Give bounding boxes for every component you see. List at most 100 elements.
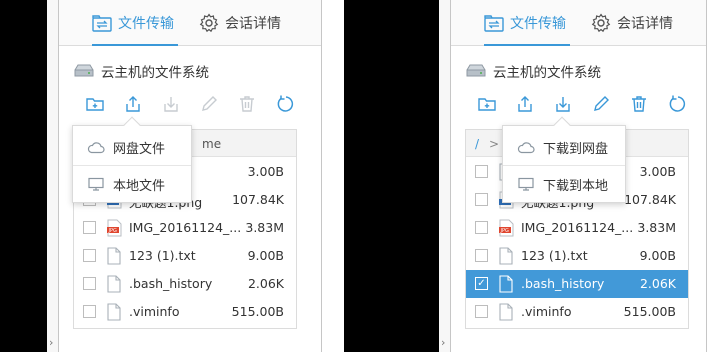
cloud-icon	[517, 142, 535, 154]
row-checkbox[interactable]	[475, 165, 488, 178]
file-size: 3.83M	[245, 220, 284, 235]
tab-session-details-label: 会话详情	[617, 16, 673, 32]
row-checkbox[interactable]	[83, 221, 96, 234]
file-size: 9.00B	[639, 248, 676, 263]
right-black-band	[344, 0, 439, 352]
download-to-local-item[interactable]: 下载到本地	[503, 167, 625, 201]
file-row[interactable]: .viminfo 515.00B	[74, 298, 296, 326]
refresh-icon	[669, 95, 686, 112]
popup-divider	[503, 165, 625, 166]
file-size: 107.84K	[624, 192, 676, 207]
file-transfer-icon	[484, 15, 504, 32]
file-icon	[106, 275, 122, 293]
file-row[interactable]: JPG IMG_20161124_... 3.83M	[466, 214, 688, 242]
file-size: 3.00B	[639, 164, 676, 179]
file-size: 515.00B	[623, 304, 676, 319]
middle-gap	[322, 0, 344, 352]
download-to-netdisk-label: 下载到网盘	[543, 141, 609, 157]
file-size: 107.84K	[232, 192, 284, 207]
download-button[interactable]	[551, 92, 575, 116]
new-folder-icon	[86, 98, 104, 111]
file-name: 123 (1).txt	[129, 248, 196, 263]
row-checkbox[interactable]: ✓	[475, 277, 488, 290]
row-checkbox[interactable]	[475, 305, 488, 318]
hard-drive-icon	[74, 64, 94, 77]
file-size: 3.83M	[637, 220, 676, 235]
delete-button[interactable]	[235, 92, 259, 116]
row-checkbox[interactable]	[475, 249, 488, 262]
breadcrumb-root[interactable]: /	[475, 137, 479, 151]
filesystem-title-label: 云主机的文件系统	[101, 65, 209, 81]
filesystem-title: 云主机的文件系统	[465, 60, 601, 82]
upload-button[interactable]	[121, 92, 145, 116]
row-checkbox[interactable]	[83, 277, 96, 290]
file-row[interactable]: JPG IMG_20161124_... 3.83M	[74, 214, 296, 242]
breadcrumb-separator: >	[489, 137, 500, 151]
upload-from-local-item[interactable]: 本地文件	[73, 167, 191, 201]
file-row[interactable]: 123 (1).txt 9.00B	[74, 242, 296, 270]
tab-session-details-label: 会话详情	[225, 16, 281, 32]
pencil-icon	[594, 96, 609, 111]
download-icon	[164, 97, 178, 112]
row-checkbox[interactable]	[475, 221, 488, 234]
upload-from-local-label: 本地文件	[113, 178, 166, 194]
rename-button[interactable]	[589, 92, 613, 116]
download-to-local-label: 下载到本地	[543, 178, 609, 194]
file-name: .bash_history	[129, 276, 213, 291]
trash-icon	[632, 96, 646, 112]
file-name: IMG_20161124_...	[129, 220, 241, 235]
file-transfer-icon	[92, 15, 112, 32]
upload-icon	[518, 96, 532, 112]
refresh-button[interactable]	[273, 92, 297, 116]
tab-session-details[interactable]: 会话详情	[591, 0, 673, 46]
left-expand-icon[interactable]: ›	[49, 336, 53, 349]
new-folder-button[interactable]	[475, 92, 499, 116]
file-name: .viminfo	[129, 304, 180, 319]
right-expand-icon[interactable]: ›	[441, 336, 445, 349]
row-checkbox[interactable]	[475, 193, 488, 206]
right-file-panel: 文件传输 会话详情 云主机的文件系统 / > 3.00B 107.84K JPG…	[451, 0, 706, 352]
upload-icon	[126, 96, 140, 112]
tab-bar: 文件传输 会话详情	[59, 0, 321, 46]
jpg-file-icon: JPG	[498, 219, 514, 237]
file-size: 515.00B	[231, 304, 284, 319]
svg-text:JPG: JPG	[500, 228, 509, 234]
file-row[interactable]: .bash_history 2.06K	[74, 270, 296, 298]
left-file-panel: 文件传输 会话详情 云主机的文件系统 me 3.00B 107.84K JPG …	[59, 0, 321, 352]
name-column-header[interactable]: me	[202, 137, 221, 151]
row-checkbox[interactable]	[83, 305, 96, 318]
delete-button[interactable]	[627, 92, 651, 116]
file-row[interactable]: ✓ .bash_history 2.06K	[466, 270, 688, 298]
refresh-button[interactable]	[665, 92, 689, 116]
file-icon	[498, 275, 514, 293]
download-to-netdisk-item[interactable]: 下载到网盘	[503, 130, 625, 164]
download-button[interactable]	[159, 92, 183, 116]
jpg-file-icon: JPG	[106, 219, 122, 237]
rename-button[interactable]	[197, 92, 221, 116]
upload-from-netdisk-item[interactable]: 网盘文件	[73, 130, 191, 164]
popup-divider	[73, 165, 191, 166]
file-name: IMG_20161124_...	[521, 220, 633, 235]
upload-from-netdisk-label: 网盘文件	[113, 141, 166, 157]
tab-file-transfer[interactable]: 文件传输	[92, 0, 178, 46]
cloud-icon	[87, 142, 105, 154]
upload-button[interactable]	[513, 92, 537, 116]
monitor-icon	[88, 177, 104, 191]
refresh-icon	[277, 95, 294, 112]
pencil-icon	[202, 96, 217, 111]
download-menu: 下载到网盘 下载到本地	[502, 116, 626, 203]
tab-file-transfer[interactable]: 文件传输	[484, 0, 570, 46]
file-name: .bash_history	[521, 276, 605, 291]
tab-session-details[interactable]: 会话详情	[199, 0, 281, 46]
hard-drive-icon	[466, 64, 486, 77]
new-folder-icon	[478, 98, 496, 111]
file-row[interactable]: 123 (1).txt 9.00B	[466, 242, 688, 270]
file-row[interactable]: .viminfo 515.00B	[466, 298, 688, 326]
svg-text:JPG: JPG	[108, 228, 117, 234]
file-icon	[498, 247, 514, 265]
tab-file-transfer-label: 文件传输	[118, 16, 174, 32]
upload-menu: 网盘文件 本地文件	[72, 116, 192, 203]
file-toolbar	[475, 92, 695, 116]
new-folder-button[interactable]	[83, 92, 107, 116]
row-checkbox[interactable]	[83, 249, 96, 262]
